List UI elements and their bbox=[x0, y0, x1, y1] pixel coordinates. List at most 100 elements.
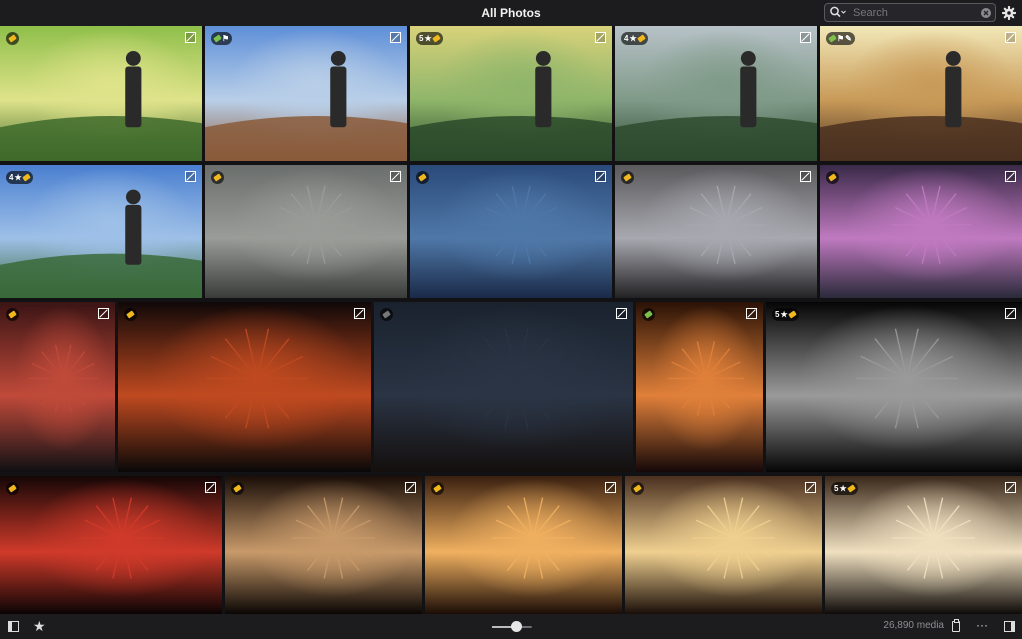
photo-thumbnail[interactable] bbox=[225, 476, 422, 614]
photo-badge: ⚑ ✎ bbox=[826, 32, 855, 45]
media-count: 26,890 media bbox=[883, 620, 944, 631]
tag-icon bbox=[431, 34, 441, 43]
photo-badge bbox=[6, 308, 19, 321]
select-checkbox-icon[interactable] bbox=[1005, 482, 1016, 493]
photo-image bbox=[0, 50, 202, 161]
photo-image bbox=[686, 185, 766, 264]
tag-icon bbox=[433, 484, 442, 493]
photo-thumbnail[interactable]: 5 ★ bbox=[825, 476, 1022, 614]
photo-thumbnail[interactable] bbox=[625, 476, 822, 614]
clipboard-icon[interactable] bbox=[952, 619, 960, 632]
photo-thumbnail[interactable] bbox=[118, 302, 371, 472]
photo-image bbox=[0, 189, 202, 298]
photo-thumbnail[interactable] bbox=[0, 26, 202, 161]
select-checkbox-icon[interactable] bbox=[595, 32, 606, 43]
zoom-slider-thumb[interactable] bbox=[510, 621, 522, 632]
photo-image bbox=[891, 185, 971, 264]
photo-badge bbox=[631, 482, 644, 495]
photo-image bbox=[206, 328, 309, 429]
select-checkbox-icon[interactable] bbox=[595, 171, 606, 182]
photo-thumbnail[interactable] bbox=[0, 302, 115, 472]
photo-badge bbox=[6, 482, 19, 495]
select-checkbox-icon[interactable] bbox=[605, 482, 616, 493]
photo-thumbnail[interactable] bbox=[425, 476, 622, 614]
select-checkbox-icon[interactable] bbox=[800, 171, 811, 182]
tag-icon bbox=[233, 484, 242, 493]
rating-value: 5 bbox=[419, 34, 424, 43]
select-checkbox-icon[interactable] bbox=[205, 482, 216, 493]
photo-grid: ⚑ 5 ★ 4 ★ ⚑ ✎ 4 ★ 5 ★ 5 ★ bbox=[0, 26, 1022, 614]
select-checkbox-icon[interactable] bbox=[390, 171, 401, 182]
search-field[interactable] bbox=[824, 3, 996, 22]
flag-icon: ⚑ bbox=[222, 34, 230, 43]
photo-image bbox=[891, 497, 975, 579]
photo-image bbox=[276, 185, 356, 264]
select-checkbox-icon[interactable] bbox=[185, 32, 196, 43]
tag-icon bbox=[8, 310, 17, 319]
tag-icon bbox=[418, 173, 427, 182]
photo-image bbox=[481, 185, 561, 264]
select-checkbox-icon[interactable] bbox=[1005, 308, 1016, 319]
tag-icon bbox=[787, 310, 797, 319]
photo-image bbox=[667, 341, 744, 416]
star-icon: ★ bbox=[424, 34, 432, 43]
photo-image bbox=[855, 328, 958, 429]
tag-icon bbox=[213, 173, 222, 182]
edit-icon: ✎ bbox=[845, 34, 852, 43]
tag-icon bbox=[644, 310, 653, 319]
info-panel-icon[interactable] bbox=[1004, 621, 1015, 632]
rating-value: 5 bbox=[834, 484, 839, 493]
select-checkbox-icon[interactable] bbox=[805, 482, 816, 493]
photo-badge bbox=[826, 171, 839, 184]
photo-badge bbox=[621, 171, 634, 184]
photo-thumbnail[interactable] bbox=[205, 165, 407, 298]
bottom-toolbar: ★ 26,890 media ··· bbox=[0, 614, 1022, 639]
photo-thumbnail[interactable] bbox=[636, 302, 763, 472]
select-checkbox-icon[interactable] bbox=[354, 308, 365, 319]
tag-icon bbox=[126, 310, 135, 319]
photo-thumbnail[interactable]: 5 ★ bbox=[766, 302, 1022, 472]
search-input[interactable] bbox=[853, 5, 981, 20]
photo-thumbnail[interactable]: ⚑ ✎ bbox=[820, 26, 1022, 161]
clear-search-icon[interactable] bbox=[981, 8, 991, 18]
photo-thumbnail[interactable]: 4 ★ bbox=[615, 26, 817, 161]
photo-thumbnail[interactable] bbox=[0, 476, 222, 614]
photo-thumbnail[interactable]: 4 ★ bbox=[0, 165, 202, 298]
photo-image bbox=[410, 50, 612, 161]
photo-thumbnail[interactable] bbox=[820, 165, 1022, 298]
rating-value: 4 bbox=[624, 34, 629, 43]
more-icon[interactable]: ··· bbox=[976, 619, 988, 631]
select-checkbox-icon[interactable] bbox=[1005, 171, 1016, 182]
photo-badge bbox=[416, 171, 429, 184]
select-checkbox-icon[interactable] bbox=[616, 308, 627, 319]
flag-icon: ⚑ bbox=[837, 34, 845, 43]
select-checkbox-icon[interactable] bbox=[800, 32, 811, 43]
photo-badge: 5 ★ bbox=[772, 308, 799, 321]
select-checkbox-icon[interactable] bbox=[1005, 32, 1016, 43]
search-icon[interactable] bbox=[829, 5, 847, 20]
select-checkbox-icon[interactable] bbox=[185, 171, 196, 182]
tag-icon bbox=[828, 173, 837, 182]
photo-badge: 5 ★ bbox=[416, 32, 443, 45]
photo-thumbnail[interactable] bbox=[410, 165, 612, 298]
photo-badge bbox=[642, 308, 655, 321]
sidebar-toggle-icon[interactable] bbox=[8, 621, 19, 632]
photo-thumbnail[interactable]: 5 ★ bbox=[410, 26, 612, 161]
select-checkbox-icon[interactable] bbox=[405, 482, 416, 493]
photo-badge bbox=[431, 482, 444, 495]
rating-value: 5 bbox=[775, 310, 780, 319]
photo-image bbox=[205, 50, 407, 161]
photo-thumbnail[interactable] bbox=[615, 165, 817, 298]
photo-thumbnail[interactable]: ⚑ bbox=[205, 26, 407, 161]
photo-thumbnail[interactable] bbox=[374, 302, 633, 472]
tag-icon bbox=[623, 173, 632, 182]
gear-icon[interactable] bbox=[1002, 6, 1016, 20]
tag-icon bbox=[382, 310, 391, 319]
tag-icon bbox=[21, 173, 31, 182]
select-checkbox-icon[interactable] bbox=[98, 308, 109, 319]
star-icon: ★ bbox=[839, 484, 847, 493]
star-icon[interactable]: ★ bbox=[33, 617, 46, 635]
select-checkbox-icon[interactable] bbox=[390, 32, 401, 43]
select-checkbox-icon[interactable] bbox=[746, 308, 757, 319]
tag-icon bbox=[213, 34, 222, 43]
